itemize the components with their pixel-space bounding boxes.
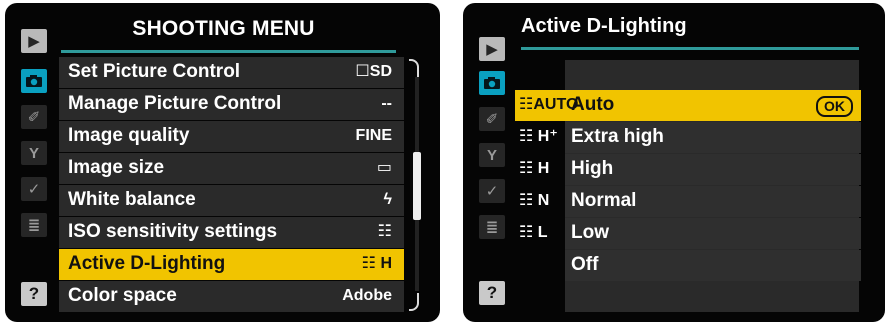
d-lighting-high-icon: ☷ H (519, 160, 550, 177)
menu-item-label: Image quality (68, 125, 190, 146)
retouch-tab-icon[interactable]: ✓ (479, 179, 505, 203)
camera-tab-icon[interactable] (21, 69, 47, 93)
menu-item-white-balance[interactable]: White balance ϟ (59, 185, 404, 216)
page-title: Active D-Lighting (521, 15, 687, 37)
menu-item-image-size[interactable]: Image size ▭ (59, 153, 404, 184)
my-menu-tab-icon[interactable]: ≣ (21, 213, 47, 237)
menu-item-value: Adobe (342, 287, 392, 304)
d-lighting-auto-icon: ☷AUTO (519, 96, 579, 113)
menu-item-image-quality[interactable]: Image quality FINE (59, 121, 404, 152)
camera-icon (484, 77, 500, 89)
title-underline (521, 47, 859, 50)
title-underline (61, 50, 396, 53)
d-lighting-low-icon: ☷ L (519, 224, 548, 241)
option-label: Normal (571, 190, 637, 211)
option-off[interactable]: Off (515, 250, 861, 281)
shooting-menu-list: Set Picture Control ☐SD Manage Picture C… (59, 57, 404, 313)
option-label: Off (571, 254, 599, 275)
option-label: Extra high (571, 126, 664, 147)
my-menu-tab-icon[interactable]: ≣ (479, 215, 505, 239)
menu-item-active-d-lighting[interactable]: Active D-Lighting ☷ H (59, 249, 404, 280)
camera-icon (26, 75, 42, 87)
option-low[interactable]: ☷ L Low (515, 218, 861, 249)
option-bar: Off (565, 250, 861, 281)
scrollbar-thumb[interactable] (413, 152, 421, 220)
option-high[interactable]: ☷ H High (515, 154, 861, 185)
d-lighting-options-list: Auto OK ☷AUTO ☷ H⁺ Extra high ☷ H High ☷… (515, 90, 861, 282)
menu-item-label: Set Picture Control (68, 61, 241, 82)
menu-item-label: Color space (68, 285, 177, 306)
scroll-bracket-bottom (409, 293, 419, 311)
menu-item-value: ▭ (376, 159, 392, 176)
menu-item-label: White balance (68, 189, 196, 210)
option-label: High (571, 158, 614, 179)
menu-tab-strip: ▶ ✐ Y ✓ ≣ ? (19, 23, 49, 307)
option-auto[interactable]: Auto OK ☷AUTO (515, 90, 861, 121)
pencil-tab-icon[interactable]: ✐ (479, 107, 505, 131)
menu-item-label: Active D-Lighting (68, 253, 226, 274)
active-d-lighting-screen: ▶ ✐ Y ✓ ≣ ? Active D-Lighting Auto OK ☷A… (463, 3, 885, 322)
menu-item-label: Manage Picture Control (68, 93, 282, 114)
option-label: Low (571, 222, 609, 243)
menu-item-label: ISO sensitivity settings (68, 221, 278, 242)
option-bar: Normal (565, 186, 861, 217)
playback-tab-icon[interactable]: ▶ (479, 37, 505, 61)
shooting-menu-screen: ▶ ✐ Y ✓ ≣ ? SHOOTING MENU Set Picture Co… (5, 3, 440, 322)
menu-item-value: FINE (355, 127, 392, 144)
menu-item-value: ☐SD (355, 63, 392, 80)
menu-item-iso-sensitivity[interactable]: ISO sensitivity settings ☷ (59, 217, 404, 248)
scroll-bracket-top (409, 59, 419, 77)
option-extra-high[interactable]: ☷ H⁺ Extra high (515, 122, 861, 153)
menu-tab-strip: ▶ ✐ Y ✓ ≣ ? (477, 23, 507, 307)
ok-button-icon[interactable]: OK (816, 96, 853, 117)
option-bar: Low (565, 218, 861, 249)
menu-item-label: Image size (68, 157, 165, 178)
menu-item-value: ϟ (383, 191, 392, 208)
menu-item-set-picture-control[interactable]: Set Picture Control ☐SD (59, 57, 404, 88)
wrench-tab-icon[interactable]: Y (479, 143, 505, 167)
camera-tab-icon[interactable] (479, 71, 505, 95)
option-normal[interactable]: ☷ N Normal (515, 186, 861, 217)
playback-tab-icon[interactable]: ▶ (21, 29, 47, 53)
option-bar: Extra high (565, 122, 861, 153)
menu-item-value: ☷ H (361, 255, 392, 272)
wrench-tab-icon[interactable]: Y (21, 141, 47, 165)
menu-title: SHOOTING MENU (132, 17, 315, 40)
menu-item-manage-picture-control[interactable]: Manage Picture Control -- (59, 89, 404, 120)
help-icon[interactable]: ? (21, 282, 47, 306)
pencil-tab-icon[interactable]: ✐ (21, 105, 47, 129)
menu-item-value: ☷ (377, 223, 392, 240)
menu-item-color-space[interactable]: Color space Adobe (59, 281, 404, 312)
help-icon[interactable]: ? (479, 281, 505, 305)
retouch-tab-icon[interactable]: ✓ (21, 177, 47, 201)
menu-item-value: -- (381, 95, 392, 112)
d-lighting-normal-icon: ☷ N (519, 192, 550, 209)
option-bar: High (565, 154, 861, 185)
d-lighting-extra-high-icon: ☷ H⁺ (519, 128, 558, 145)
